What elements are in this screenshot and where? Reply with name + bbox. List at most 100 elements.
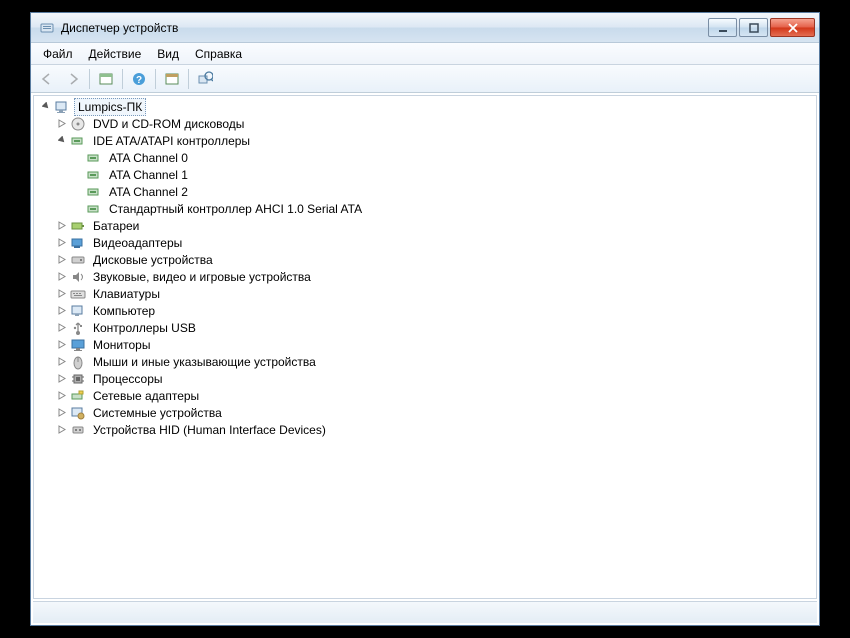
tree-item-ata0[interactable]: ATA Channel 0	[34, 149, 816, 166]
toolbar-sep	[155, 69, 156, 89]
tree-label: Дисковые устройства	[90, 252, 216, 268]
expand-icon[interactable]	[54, 286, 70, 302]
tree-label: Контроллеры USB	[90, 320, 199, 336]
expand-icon[interactable]	[54, 371, 70, 387]
tree-item-cpu[interactable]: Процессоры	[34, 370, 816, 387]
expand-icon[interactable]	[54, 252, 70, 268]
window-title: Диспетчер устройств	[61, 21, 708, 35]
tree-item-mouse[interactable]: Мыши и иные указывающие устройства	[34, 353, 816, 370]
titlebar[interactable]: Диспетчер устройств	[31, 13, 819, 43]
tree-label: ATA Channel 1	[106, 167, 191, 183]
show-hidden-button[interactable]	[94, 68, 118, 90]
tree-label: DVD и CD-ROM дисководы	[90, 116, 247, 132]
computer-icon	[70, 303, 86, 319]
collapse-icon[interactable]	[38, 99, 54, 115]
collapse-icon[interactable]	[54, 133, 70, 149]
controller-icon	[86, 150, 102, 166]
tree-item-usb[interactable]: Контроллеры USB	[34, 319, 816, 336]
window-frame: Диспетчер устройств Файл Действие Вид Сп…	[30, 12, 820, 626]
scan-hardware-button[interactable]	[193, 68, 217, 90]
tree-item-system[interactable]: Системные устройства	[34, 404, 816, 421]
expand-icon[interactable]	[54, 405, 70, 421]
tree-label: Мыши и иные указывающие устройства	[90, 354, 319, 370]
minimize-button[interactable]	[708, 18, 737, 37]
window-buttons	[708, 18, 815, 37]
expand-icon[interactable]	[54, 116, 70, 132]
tree-label: Сетевые адаптеры	[90, 388, 202, 404]
computer-icon	[54, 99, 70, 115]
tree-item-disk[interactable]: Дисковые устройства	[34, 251, 816, 268]
toolbar-sep	[122, 69, 123, 89]
tree-item-keyboard[interactable]: Клавиатуры	[34, 285, 816, 302]
tree-label: Батареи	[90, 218, 142, 234]
tree-label: Процессоры	[90, 371, 166, 387]
toolbar-sep	[188, 69, 189, 89]
tree-item-ata2[interactable]: ATA Channel 2	[34, 183, 816, 200]
tree-label: IDE ATA/ATAPI контроллеры	[90, 133, 253, 149]
tree-label: Устройства HID (Human Interface Devices)	[90, 422, 329, 438]
maximize-button[interactable]	[739, 18, 768, 37]
properties-button[interactable]	[160, 68, 184, 90]
tree-label: Звуковые, видео и игровые устройства	[90, 269, 314, 285]
tree-label: ATA Channel 0	[106, 150, 191, 166]
tree-item-ahci[interactable]: Стандартный контроллер AHCI 1.0 Serial A…	[34, 200, 816, 217]
controller-icon	[86, 167, 102, 183]
menu-file[interactable]: Файл	[35, 45, 81, 63]
statusbar	[33, 601, 817, 623]
tree-item-sound[interactable]: Звуковые, видео и игровые устройства	[34, 268, 816, 285]
expand-icon[interactable]	[54, 218, 70, 234]
tree-label: Клавиатуры	[90, 286, 163, 302]
app-icon	[39, 20, 55, 36]
back-button[interactable]	[35, 68, 59, 90]
sound-icon	[70, 269, 86, 285]
tree-item-ide[interactable]: IDE ATA/ATAPI контроллеры	[34, 132, 816, 149]
tree-root-label: Lumpics-ПК	[74, 98, 146, 116]
tree-item-ata1[interactable]: ATA Channel 1	[34, 166, 816, 183]
close-button[interactable]	[770, 18, 815, 37]
expand-icon[interactable]	[54, 337, 70, 353]
expand-icon[interactable]	[54, 303, 70, 319]
tree-item-computer[interactable]: Компьютер	[34, 302, 816, 319]
tree-item-network[interactable]: Сетевые адаптеры	[34, 387, 816, 404]
expand-icon[interactable]	[54, 320, 70, 336]
expand-icon[interactable]	[54, 388, 70, 404]
tree-label: Видеоадаптеры	[90, 235, 185, 251]
tree-item-monitor[interactable]: Мониторы	[34, 336, 816, 353]
tree-label: Компьютер	[90, 303, 158, 319]
menubar: Файл Действие Вид Справка	[31, 43, 819, 65]
tree-label: ATA Channel 2	[106, 184, 191, 200]
battery-icon	[70, 218, 86, 234]
tree-item-dvd[interactable]: DVD и CD-ROM дисководы	[34, 115, 816, 132]
tree-view[interactable]: Lumpics-ПК DVD и CD-ROM дисководы IDE AT…	[33, 95, 817, 599]
hid-icon	[70, 422, 86, 438]
keyboard-icon	[70, 286, 86, 302]
controller-icon	[70, 133, 86, 149]
system-icon	[70, 405, 86, 421]
forward-button[interactable]	[61, 68, 85, 90]
menu-help[interactable]: Справка	[187, 45, 250, 63]
dvd-icon	[70, 116, 86, 132]
tree-label: Стандартный контроллер AHCI 1.0 Serial A…	[106, 201, 365, 217]
usb-icon	[70, 320, 86, 336]
controller-icon	[86, 201, 102, 217]
menu-view[interactable]: Вид	[149, 45, 187, 63]
toolbar-sep	[89, 69, 90, 89]
expand-icon[interactable]	[54, 422, 70, 438]
expand-icon[interactable]	[54, 235, 70, 251]
network-icon	[70, 388, 86, 404]
tree-item-video[interactable]: Видеоадаптеры	[34, 234, 816, 251]
expand-icon[interactable]	[54, 269, 70, 285]
tree-root[interactable]: Lumpics-ПК	[34, 98, 816, 115]
tree-item-battery[interactable]: Батареи	[34, 217, 816, 234]
tree-label: Мониторы	[90, 337, 153, 353]
tree-item-hid[interactable]: Устройства HID (Human Interface Devices)	[34, 421, 816, 438]
menu-action[interactable]: Действие	[81, 45, 150, 63]
display-adapter-icon	[70, 235, 86, 251]
disk-icon	[70, 252, 86, 268]
svg-text:?: ?	[136, 75, 142, 86]
help-button[interactable]: ?	[127, 68, 151, 90]
mouse-icon	[70, 354, 86, 370]
tree-label: Системные устройства	[90, 405, 225, 421]
controller-icon	[86, 184, 102, 200]
expand-icon[interactable]	[54, 354, 70, 370]
